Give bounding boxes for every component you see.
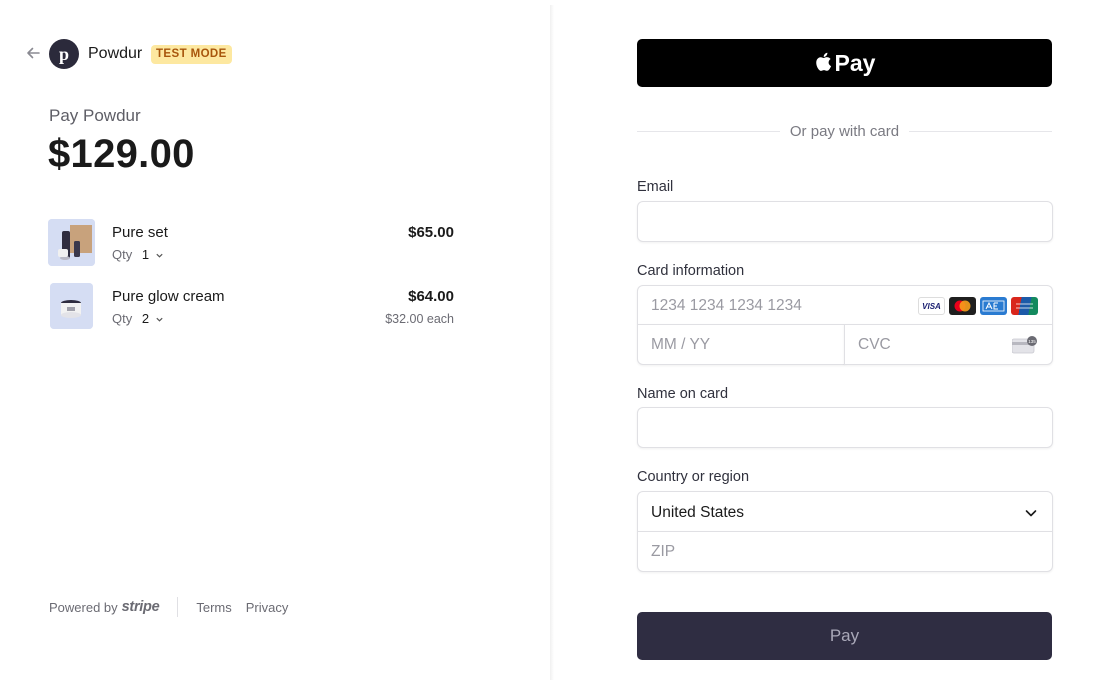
zip-field[interactable]: ZIP xyxy=(637,531,1053,572)
line-item: Pure glow cream Qty 2 $64.00 $32.00 each xyxy=(48,283,458,331)
item-name: Pure set xyxy=(112,224,168,241)
apple-logo-icon xyxy=(815,52,831,71)
svg-text:135: 135 xyxy=(1028,339,1036,344)
apple-pay-label: Pay xyxy=(834,49,876,76)
name-on-card-label: Name on card xyxy=(637,386,729,402)
merchant-logo: p xyxy=(49,39,79,69)
item-name: Pure glow cream xyxy=(112,288,225,305)
pay-label: Pay Powdur xyxy=(49,106,141,125)
footer: Powered by stripe Terms Privacy xyxy=(49,597,302,617)
amex-icon xyxy=(980,297,1007,315)
or-pay-with-card-text: Or pay with card xyxy=(789,122,900,140)
test-mode-badge: TEST MODE xyxy=(151,45,232,64)
email-label: Email xyxy=(637,179,674,195)
qty-value: 2 xyxy=(141,311,150,326)
order-summary-pane: p Powdur TEST MODE Pay Powdur $129.00 Pu… xyxy=(0,0,550,690)
visa-icon: VISA xyxy=(918,297,945,315)
divider-line xyxy=(909,130,1052,132)
back-arrow-icon[interactable] xyxy=(24,44,42,62)
payment-pane: Pay Or pay with card Email Card informat… xyxy=(554,0,1118,690)
card-number-placeholder: 1234 1234 1234 1234 xyxy=(651,297,802,314)
name-on-card-field[interactable] xyxy=(637,407,1053,448)
apple-pay-button[interactable]: Pay xyxy=(637,39,1052,87)
qty-value: 1 xyxy=(141,247,150,262)
or-divider: Or pay with card xyxy=(637,121,1052,141)
qty-selector[interactable]: 1 xyxy=(142,247,164,262)
cvc-card-icon: 135 xyxy=(1012,336,1037,354)
zip-placeholder: ZIP xyxy=(651,543,676,560)
powered-by-text: Powered by xyxy=(49,599,118,615)
line-item: Pure set Qty 1 $65.00 xyxy=(48,219,458,267)
stripe-logo[interactable]: stripe xyxy=(122,599,160,615)
qty-label: Qty xyxy=(112,247,133,262)
pay-button[interactable]: Pay xyxy=(637,612,1052,660)
item-unit-price: $32.00 each xyxy=(385,312,454,326)
country-value: United States xyxy=(651,504,745,521)
pay-button-label: Pay xyxy=(829,626,860,645)
product-image xyxy=(48,219,95,266)
card-number-field[interactable]: 1234 1234 1234 1234 VISA xyxy=(637,285,1053,325)
unionpay-icon xyxy=(1011,297,1038,315)
cvc-placeholder: CVC xyxy=(858,336,891,353)
product-image xyxy=(50,283,93,329)
qty-label: Qty xyxy=(112,311,133,326)
privacy-link[interactable]: Privacy xyxy=(246,600,289,615)
footer-divider xyxy=(177,597,179,617)
merchant-name: Powdur xyxy=(88,45,143,62)
expiry-field[interactable]: MM / YY xyxy=(637,324,845,365)
divider-line xyxy=(637,130,780,132)
country-label: Country or region xyxy=(637,469,750,485)
qty-selector[interactable]: 2 xyxy=(142,311,164,326)
item-price: $65.00 xyxy=(408,224,454,241)
terms-link[interactable]: Terms xyxy=(196,600,231,615)
item-qty: Qty 2 xyxy=(112,311,164,326)
card-information-label: Card information xyxy=(637,263,745,279)
mastercard-icon xyxy=(949,297,976,315)
cvc-field[interactable]: CVC 135 xyxy=(844,324,1053,365)
item-qty: Qty 1 xyxy=(112,247,164,262)
chevron-down-icon xyxy=(156,253,163,258)
chevron-down-icon xyxy=(156,317,163,322)
total-amount: $129.00 xyxy=(48,132,195,176)
item-price: $64.00 xyxy=(408,288,454,305)
country-select[interactable]: United States xyxy=(637,491,1053,532)
card-brand-logos: VISA xyxy=(918,297,1038,315)
chevron-down-icon xyxy=(1025,510,1037,517)
email-field[interactable] xyxy=(637,201,1053,242)
expiry-placeholder: MM / YY xyxy=(651,336,711,353)
